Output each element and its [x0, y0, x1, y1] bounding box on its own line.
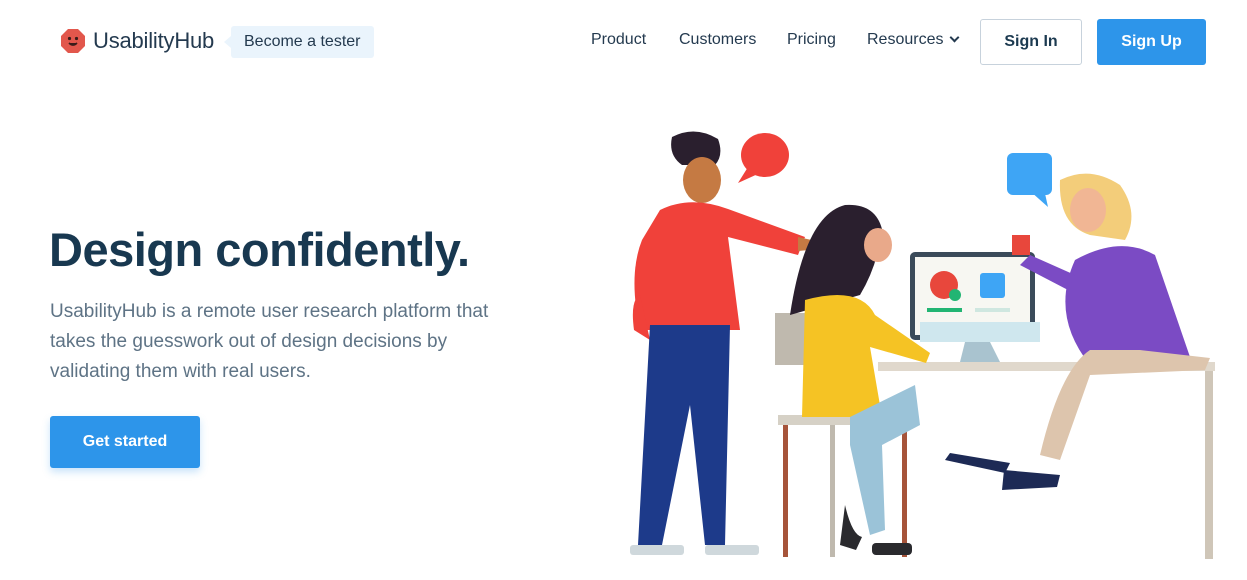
brand-name: UsabilityHub: [93, 28, 215, 53]
nav-pricing[interactable]: Pricing: [787, 31, 836, 49]
desk: [878, 362, 1215, 559]
sign-in-button[interactable]: Sign In: [980, 19, 1082, 65]
chevron-down-icon: [950, 32, 960, 43]
hero-subtitle: UsabilityHub is a remote user research p…: [50, 301, 489, 382]
nav-product[interactable]: Product: [591, 31, 646, 49]
monitor: [910, 252, 1040, 362]
site-header: UsabilityHub Become a tester Product Cus…: [0, 0, 1247, 84]
become-tester-link[interactable]: Become a tester: [224, 26, 374, 58]
nav-resources[interactable]: Resources: [867, 31, 960, 49]
nav-customers[interactable]: Customers: [679, 31, 756, 49]
brand-logo[interactable]: UsabilityHub: [59, 27, 214, 55]
usabilityhub-logo-icon: [61, 29, 85, 53]
red-speech-bubble-icon: [738, 133, 789, 183]
sign-up-button[interactable]: Sign Up: [1097, 19, 1206, 65]
nav-resources-label: Resources: [867, 31, 944, 48]
hero-illustration: [630, 131, 1215, 559]
blue-speech-bubble-icon: [1007, 153, 1052, 207]
get-started-button[interactable]: Get started: [50, 416, 200, 468]
seated-woman-figure: [790, 204, 930, 555]
hero-title: Design confidently.: [49, 223, 470, 276]
